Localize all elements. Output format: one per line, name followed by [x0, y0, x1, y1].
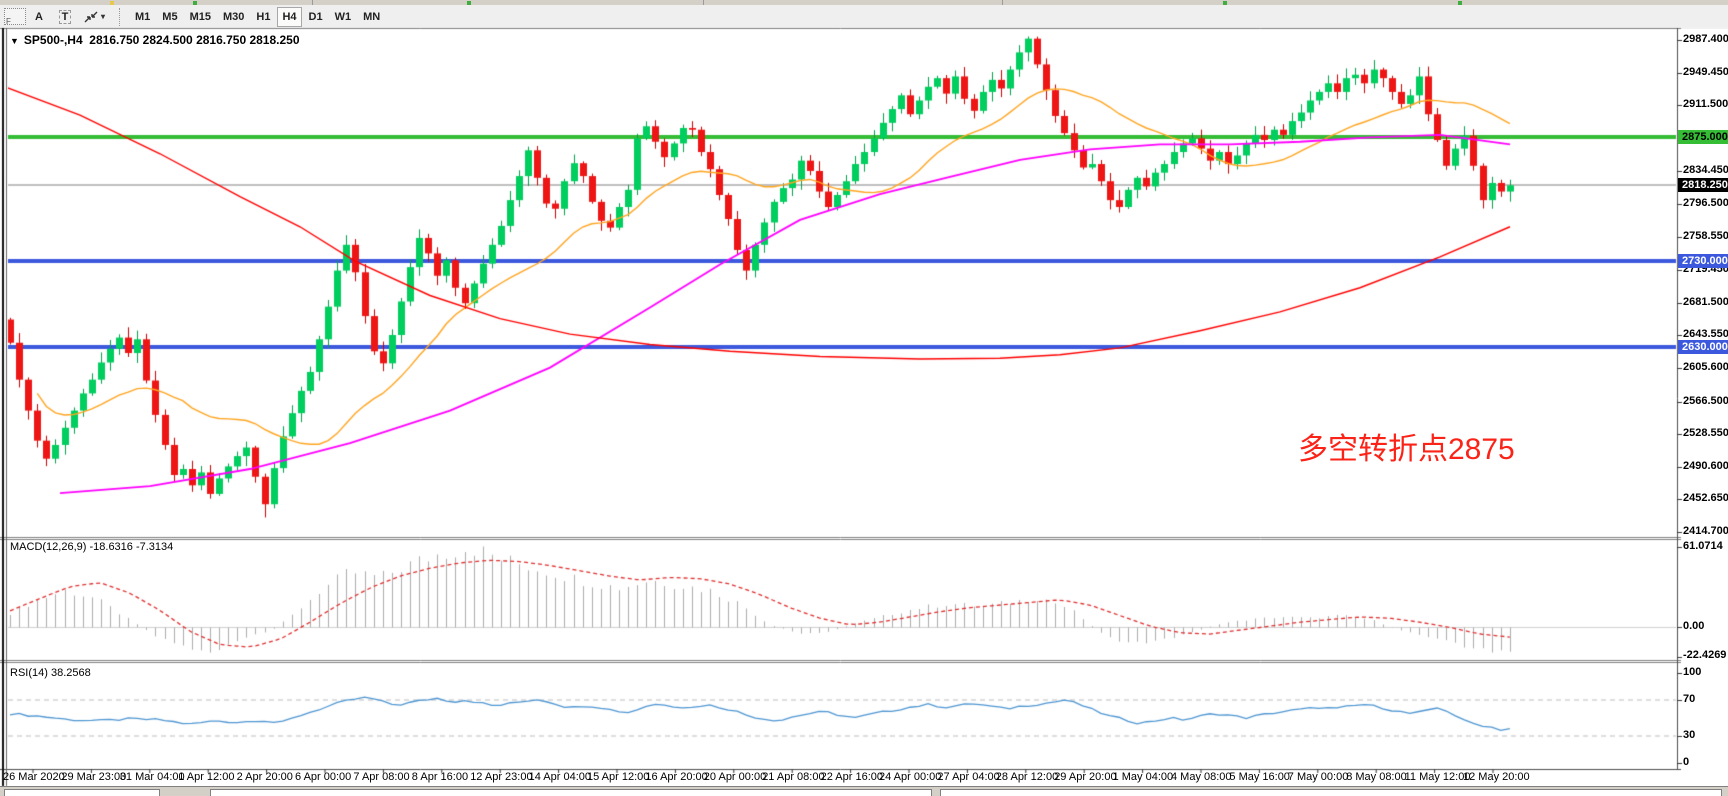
date-tick-label: 14 Apr 04:00 — [529, 771, 591, 783]
macd-tick-label: 0.00 — [1683, 620, 1704, 632]
macd-tick-label: -22.4269 — [1683, 649, 1726, 661]
date-tick-label: 29 Apr 20:00 — [1054, 771, 1116, 783]
date-tick-label: 16 Apr 20:00 — [645, 771, 707, 783]
symbol-dropdown-icon[interactable]: ▼ — [10, 36, 19, 46]
date-tick-label: 5 May 16:00 — [1229, 771, 1290, 783]
date-tick-label: 12 May 20:00 — [1463, 771, 1530, 783]
rsi-tick-label: 30 — [1683, 729, 1695, 741]
date-tick-label: 22 Apr 16:00 — [821, 771, 883, 783]
price-tick-label: 2911.500 — [1683, 98, 1728, 110]
date-tick-label: 1 Apr 12:00 — [178, 771, 234, 783]
chart-title: ▼ SP500-,H4 2816.750 2824.500 2816.750 28… — [10, 33, 300, 47]
date-tick-label: 15 Apr 12:00 — [587, 771, 649, 783]
rsi-indicator-label: RSI(14) 38.2568 — [10, 667, 91, 679]
price-tick-label: 2987.400 — [1683, 33, 1728, 45]
price-tick-label: 2566.500 — [1683, 395, 1728, 407]
symbol-timeframe-label: SP500-,H4 — [24, 33, 83, 47]
date-tick-label: 7 May 00:00 — [1288, 771, 1349, 783]
date-tick-label: 1 May 04:00 — [1113, 771, 1174, 783]
price-tick-label: 2949.450 — [1683, 66, 1728, 78]
date-tick-label: 7 Apr 08:00 — [353, 771, 409, 783]
date-tick-label: 4 May 08:00 — [1171, 771, 1232, 783]
trading-terminal-window: F A T ▾ M1M5M15M30H1H4D1W1MN ▼SP500-,H4 … — [0, 0, 1728, 796]
date-tick-label: 8 May 08:00 — [1346, 771, 1407, 783]
price-tick-label: 2796.500 — [1683, 197, 1728, 209]
price-tick-label: 2643.550 — [1683, 328, 1728, 340]
date-tick-label: 24 Apr 00:00 — [879, 771, 941, 783]
status-box — [4, 789, 160, 796]
price-tick-label: 2605.600 — [1683, 361, 1728, 373]
rsi-tick-label: 70 — [1683, 693, 1695, 705]
ohlc-values: 2816.750 2824.500 2816.750 2818.250 — [89, 33, 299, 47]
price-tick-label: 2452.650 — [1683, 492, 1728, 504]
status-box — [210, 789, 932, 796]
date-tick-label: 11 May 12:00 — [1405, 771, 1471, 783]
price-line-badge: 2818.250 — [1678, 178, 1728, 192]
price-tick-label: 2490.600 — [1683, 460, 1728, 472]
date-tick-label: 21 Apr 08:00 — [762, 771, 824, 783]
date-tick-label: 31 Mar 04:00 — [120, 771, 185, 783]
price-tick-label: 2414.700 — [1683, 525, 1728, 537]
rsi-tick-label: 0 — [1683, 756, 1689, 768]
rsi-tick-label: 100 — [1683, 666, 1701, 678]
date-tick-label: 27 Apr 04:00 — [937, 771, 999, 783]
price-tick-label: 2528.550 — [1683, 427, 1728, 439]
macd-values: -18.6316 -7.3134 — [89, 541, 173, 553]
chart-text-annotation[interactable]: 多空转折点2875 — [1298, 424, 1515, 468]
macd-name: MACD(12,26,9) — [10, 541, 86, 553]
rsi-value: 38.2568 — [51, 667, 91, 679]
date-tick-label: 29 Mar 23:00 — [61, 771, 126, 783]
date-tick-label: 8 Apr 16:00 — [412, 771, 468, 783]
status-box — [940, 789, 1722, 796]
price-tick-label: 2758.550 — [1683, 230, 1728, 242]
bottom-status-strip — [0, 786, 1728, 796]
date-tick-label: 12 Apr 23:00 — [470, 771, 532, 783]
price-line-badge: 2730.000 — [1678, 254, 1728, 268]
date-tick-label: 2 Apr 20:00 — [237, 771, 293, 783]
date-tick-label: 6 Apr 00:00 — [295, 771, 351, 783]
macd-indicator-label: MACD(12,26,9) -18.6316 -7.3134 — [10, 541, 173, 553]
date-tick-label: 28 Apr 12:00 — [996, 771, 1058, 783]
rsi-name: RSI(14) — [10, 667, 48, 679]
price-tick-label: 2681.500 — [1683, 296, 1728, 308]
price-chart-canvas[interactable] — [0, 0, 1728, 796]
date-tick-label: 20 Apr 00:00 — [704, 771, 766, 783]
date-tick-label: 26 Mar 2020 — [3, 771, 65, 783]
price-tick-label: 2834.450 — [1683, 164, 1728, 176]
price-line-badge: 2630.000 — [1678, 340, 1728, 354]
macd-tick-label: 61.0714 — [1683, 540, 1723, 552]
price-line-badge: 2875.000 — [1678, 130, 1728, 144]
